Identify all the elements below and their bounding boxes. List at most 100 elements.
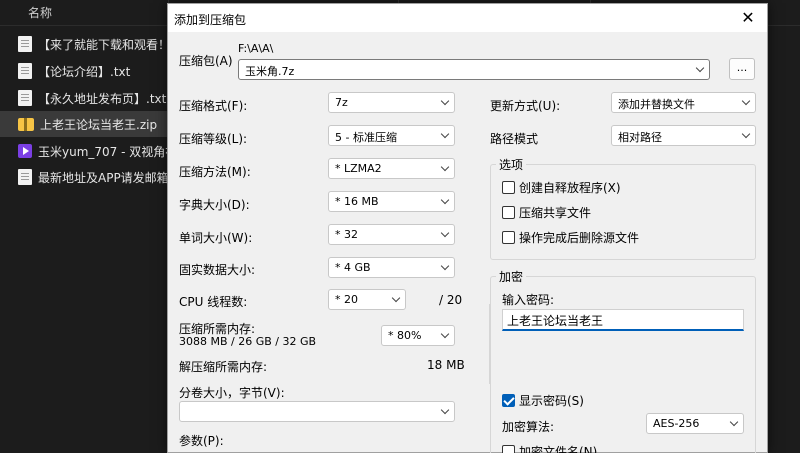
create-sfx-label: 创建自释放程序(X) — [519, 181, 621, 195]
dict-size-label: 字典大小(D): — [179, 198, 250, 212]
text-file-icon — [18, 90, 32, 106]
memory-usage-value: * 80% — [388, 329, 422, 342]
word-size-value: * 32 — [335, 228, 358, 241]
path-mode-label: 路径模式 — [490, 132, 539, 146]
chevron-down-icon — [741, 131, 751, 141]
delete-after-label: 操作完成后删除源文件 — [519, 231, 640, 245]
update-mode-value: 添加并替换文件 — [618, 98, 695, 111]
method-label: 压缩方法(M): — [179, 165, 251, 179]
checkbox-box — [502, 206, 515, 219]
options-group-title: 选项 — [496, 156, 527, 173]
word-size-label: 单词大小(W): — [179, 231, 253, 245]
dialog-title: 添加到压缩包 — [174, 13, 247, 27]
solid-size-value: * 4 GB — [335, 261, 371, 274]
column-header-name[interactable]: 名称 — [28, 4, 52, 21]
check-icon — [502, 394, 515, 407]
file-list-item[interactable]: 玉米yum_707 - 双视角裸 — [0, 138, 170, 164]
divider — [489, 304, 490, 384]
update-mode-select[interactable]: 添加并替换文件 — [611, 92, 756, 113]
file-list-item[interactable]: 【论坛介绍】.txt — [0, 58, 170, 84]
word-size-select[interactable]: * 32 — [328, 224, 455, 245]
close-icon[interactable]: ✕ — [737, 8, 759, 28]
chevron-down-icon — [440, 230, 450, 240]
file-list-item-selected[interactable]: 上老王论坛当老王.zip — [0, 111, 170, 137]
cpu-threads-select[interactable]: * 20 — [328, 289, 406, 310]
level-select[interactable]: 5 - 标准压缩 — [328, 125, 455, 146]
file-name: 【来了就能下载和观看！维 — [38, 37, 170, 52]
encryption-method-label: 加密算法: — [502, 420, 555, 434]
encryption-method-select[interactable]: AES-256 — [646, 413, 744, 434]
method-value: * LZMA2 — [335, 162, 382, 175]
file-name: 【永久地址发布页】.txt — [38, 91, 167, 106]
parameters-label: 参数(P): — [179, 434, 224, 448]
file-name: 【论坛介绍】.txt — [38, 64, 131, 79]
chevron-down-icon — [741, 98, 751, 108]
text-file-icon — [18, 169, 32, 185]
archive-name-combo[interactable]: 玉米角.7z — [238, 59, 710, 80]
chevron-down-icon — [695, 65, 705, 75]
chevron-down-icon — [440, 263, 450, 273]
file-list-item[interactable]: 最新地址及APP请发邮箱自 — [0, 164, 170, 190]
chevron-down-icon — [440, 331, 450, 341]
encryption-group-title: 加密 — [496, 268, 527, 285]
level-value: 5 - 标准压缩 — [335, 131, 397, 144]
dialog-titlebar[interactable]: 添加到压缩包 ✕ — [168, 4, 767, 32]
format-value: 7z — [335, 96, 348, 109]
text-file-icon — [18, 36, 32, 52]
decompress-memory-value: 18 MB — [427, 358, 465, 372]
encryption-method-value: AES-256 — [653, 417, 700, 430]
file-name: 上老王论坛当老王.zip — [40, 117, 158, 132]
level-label: 压缩等级(L): — [179, 132, 248, 146]
password-input[interactable]: 上老王论坛当老王 — [502, 309, 744, 331]
browse-button[interactable]: ... — [729, 58, 755, 80]
show-password-checkbox[interactable]: 显示密码(S) — [502, 392, 584, 409]
solid-size-label: 固实数据大小: — [179, 263, 256, 277]
update-mode-label: 更新方式(U): — [490, 99, 561, 113]
method-select[interactable]: * LZMA2 — [328, 158, 455, 179]
create-sfx-checkbox[interactable]: 创建自释放程序(X) — [502, 179, 621, 196]
show-password-label: 显示密码(S) — [519, 394, 584, 408]
checkbox-box — [502, 181, 515, 194]
chevron-down-icon — [440, 131, 450, 141]
path-mode-value: 相对路径 — [618, 131, 662, 144]
video-file-icon — [18, 144, 32, 158]
split-size-combo[interactable] — [179, 401, 455, 422]
memory-detail: 3088 MB / 26 GB / 32 GB — [179, 335, 317, 348]
encrypt-filenames-label: 加密文件名(N) — [519, 445, 598, 453]
add-to-archive-dialog: 添加到压缩包 ✕ 压缩包(A) F:\A\A\ 玉米角.7z ... 压缩格式(… — [167, 3, 768, 453]
format-label: 压缩格式(F): — [179, 99, 248, 113]
chevron-down-icon — [729, 419, 739, 429]
split-size-label: 分卷大小，字节(V): — [179, 386, 285, 400]
file-name: 最新地址及APP请发邮箱自 — [38, 170, 170, 185]
archive-path: F:\A\A\ — [238, 42, 274, 55]
path-mode-select[interactable]: 相对路径 — [611, 125, 756, 146]
archive-name-value: 玉米角.7z — [245, 65, 295, 78]
chevron-down-icon — [391, 295, 401, 305]
text-file-icon — [18, 63, 32, 79]
password-label: 输入密码: — [502, 293, 555, 307]
archive-label: 压缩包(A) — [179, 54, 233, 68]
zip-file-icon — [18, 117, 34, 131]
solid-size-select[interactable]: * 4 GB — [328, 257, 455, 278]
compress-shared-label: 压缩共享文件 — [519, 206, 592, 220]
memory-usage-select[interactable]: * 80% — [381, 325, 455, 346]
encrypt-filenames-checkbox[interactable]: 加密文件名(N) — [502, 443, 597, 453]
dict-size-value: * 16 MB — [335, 195, 379, 208]
format-select[interactable]: 7z — [328, 92, 455, 113]
chevron-down-icon — [440, 407, 450, 417]
chevron-down-icon — [440, 98, 450, 108]
delete-after-checkbox[interactable]: 操作完成后删除源文件 — [502, 229, 639, 246]
chevron-down-icon — [440, 197, 450, 207]
decompress-memory-label: 解压缩所需内存: — [179, 360, 268, 374]
cpu-threads-label: CPU 线程数: — [179, 295, 248, 309]
cpu-threads-total: / 20 — [439, 293, 463, 307]
checkbox-box — [502, 445, 515, 453]
chevron-down-icon — [440, 164, 450, 174]
file-name: 玉米yum_707 - 双视角裸 — [38, 144, 170, 159]
file-list-item[interactable]: 【永久地址发布页】.txt — [0, 85, 170, 111]
compress-shared-checkbox[interactable]: 压缩共享文件 — [502, 204, 591, 221]
file-list-item[interactable]: 【来了就能下载和观看！维 — [0, 31, 170, 57]
dict-size-select[interactable]: * 16 MB — [328, 191, 455, 212]
checkbox-box — [502, 231, 515, 244]
cpu-threads-value: * 20 — [335, 293, 358, 306]
